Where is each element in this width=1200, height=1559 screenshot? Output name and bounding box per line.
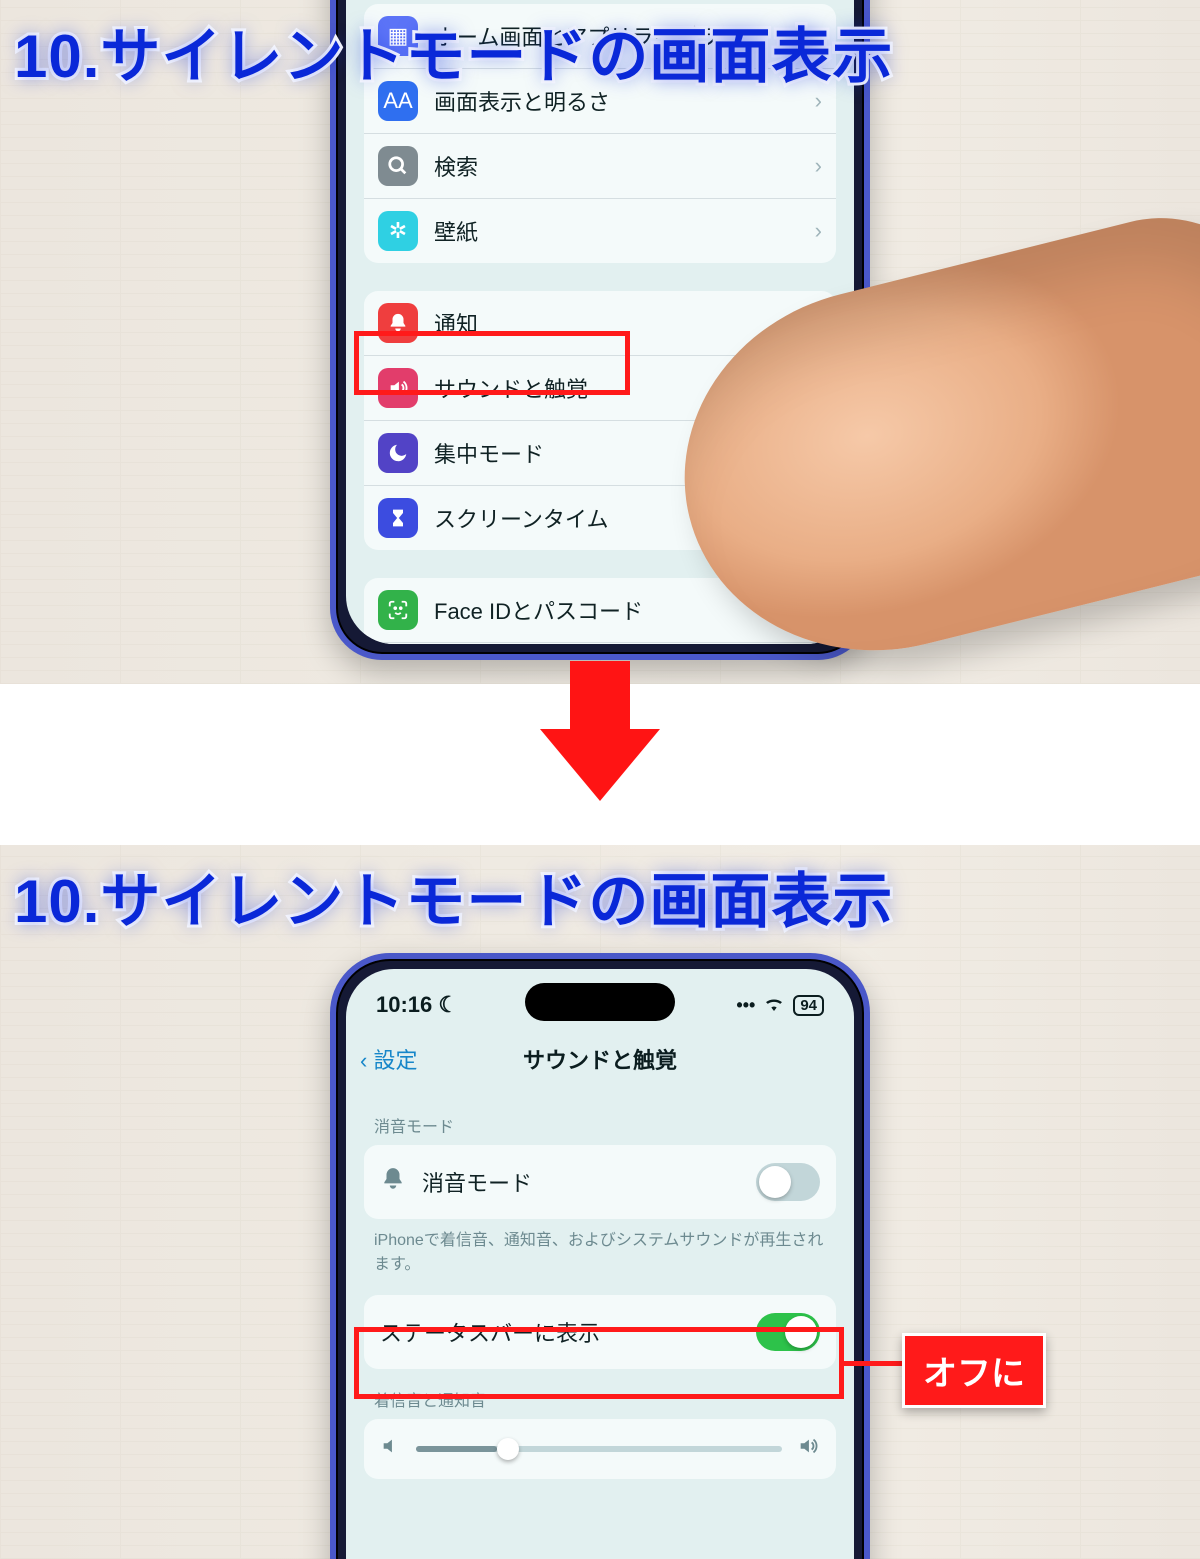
wifi-icon: [763, 995, 785, 1016]
volume-slider-track[interactable]: [416, 1446, 782, 1452]
cell-label: ステータスバーに表示: [380, 1316, 740, 1348]
nav-bar: ‹ 設定 サウンドと触覚: [346, 1033, 854, 1085]
section-header-silent: 消音モード: [364, 1095, 836, 1145]
row-label: 検索: [434, 150, 799, 182]
phone-screen-bottom: 10:16 ☾ ••• 94 ‹ 設定 サウンドと触覚 消音モード: [346, 969, 854, 1559]
toggle-knob: [785, 1316, 817, 1348]
row-label: 通知: [434, 307, 799, 339]
statusbar-toggle[interactable]: [756, 1313, 820, 1351]
clock-text: 10:16: [376, 992, 432, 1017]
nav-title: サウンドと触覚: [523, 1043, 677, 1075]
row-sos[interactable]: SOS 緊急SOS ›: [364, 642, 836, 644]
section-header-ringer: 着信音と通知音: [364, 1369, 836, 1419]
back-button[interactable]: ‹ 設定: [360, 1043, 417, 1075]
caption-top: 10.サイレントモードの画面表示: [14, 8, 893, 95]
moon-status-icon: ☾: [438, 992, 458, 1017]
section-footer-silent: iPhoneで着信音、通知音、およびシステムサウンドが再生されます。: [364, 1219, 836, 1281]
ringer-volume-row[interactable]: [364, 1419, 836, 1479]
panel-sounds-screen: 10.サイレントモードの画面表示 10:16 ☾ ••• 94: [0, 845, 1200, 1559]
speaker-high-icon: [796, 1435, 820, 1463]
status-time: 10:16 ☾: [376, 992, 458, 1018]
back-label: 設定: [373, 1048, 417, 1073]
status-right: ••• 94: [736, 995, 824, 1016]
bell-fill-icon: [380, 1166, 406, 1198]
faceid-icon: [378, 590, 418, 630]
bell-icon: [378, 303, 418, 343]
search-icon: [378, 146, 418, 186]
volume-fill: [416, 1446, 497, 1452]
phone-frame-bottom: 10:16 ☾ ••• 94 ‹ 設定 サウンドと触覚 消音モード: [330, 953, 870, 1559]
chevron-right-icon: ›: [815, 153, 822, 179]
cellular-dots-icon: •••: [736, 995, 755, 1016]
panel-settings-list: 10.サイレントモードの画面表示 ▦ ホーム画面とアプリライブラリ › AA 画…: [0, 0, 1200, 684]
hourglass-icon: [378, 498, 418, 538]
row-search[interactable]: 検索 ›: [364, 133, 836, 198]
row-show-in-statusbar[interactable]: ステータスバーに表示: [364, 1295, 836, 1369]
arrow-down-icon: [540, 729, 660, 801]
speaker-icon: [378, 368, 418, 408]
annotation-off-label: オフに: [902, 1333, 1046, 1408]
toggle-knob: [759, 1166, 791, 1198]
caption-bottom: 10.サイレントモードの画面表示: [14, 853, 893, 940]
row-silent-mode[interactable]: 消音モード: [364, 1145, 836, 1219]
speaker-low-icon: [380, 1435, 402, 1463]
sounds-body[interactable]: 消音モード 消音モード iPhoneで着信音、通知音、およびシステムサウンドが再…: [346, 1095, 854, 1499]
cell-label: 消音モード: [422, 1166, 740, 1198]
row-label: 壁紙: [434, 215, 799, 247]
row-wallpaper[interactable]: ✲ 壁紙 ›: [364, 198, 836, 263]
chevron-left-icon: ‹: [360, 1048, 373, 1073]
moon-icon: [378, 433, 418, 473]
annotation-connector: [844, 1361, 904, 1366]
battery-badge: 94: [793, 995, 824, 1016]
wallpaper-icon: ✲: [378, 211, 418, 251]
chevron-right-icon: ›: [815, 218, 822, 244]
silent-mode-toggle[interactable]: [756, 1163, 820, 1201]
step-arrow-area: [0, 684, 1200, 845]
status-bar: 10:16 ☾ ••• 94: [346, 985, 854, 1025]
volume-thumb[interactable]: [497, 1438, 519, 1460]
